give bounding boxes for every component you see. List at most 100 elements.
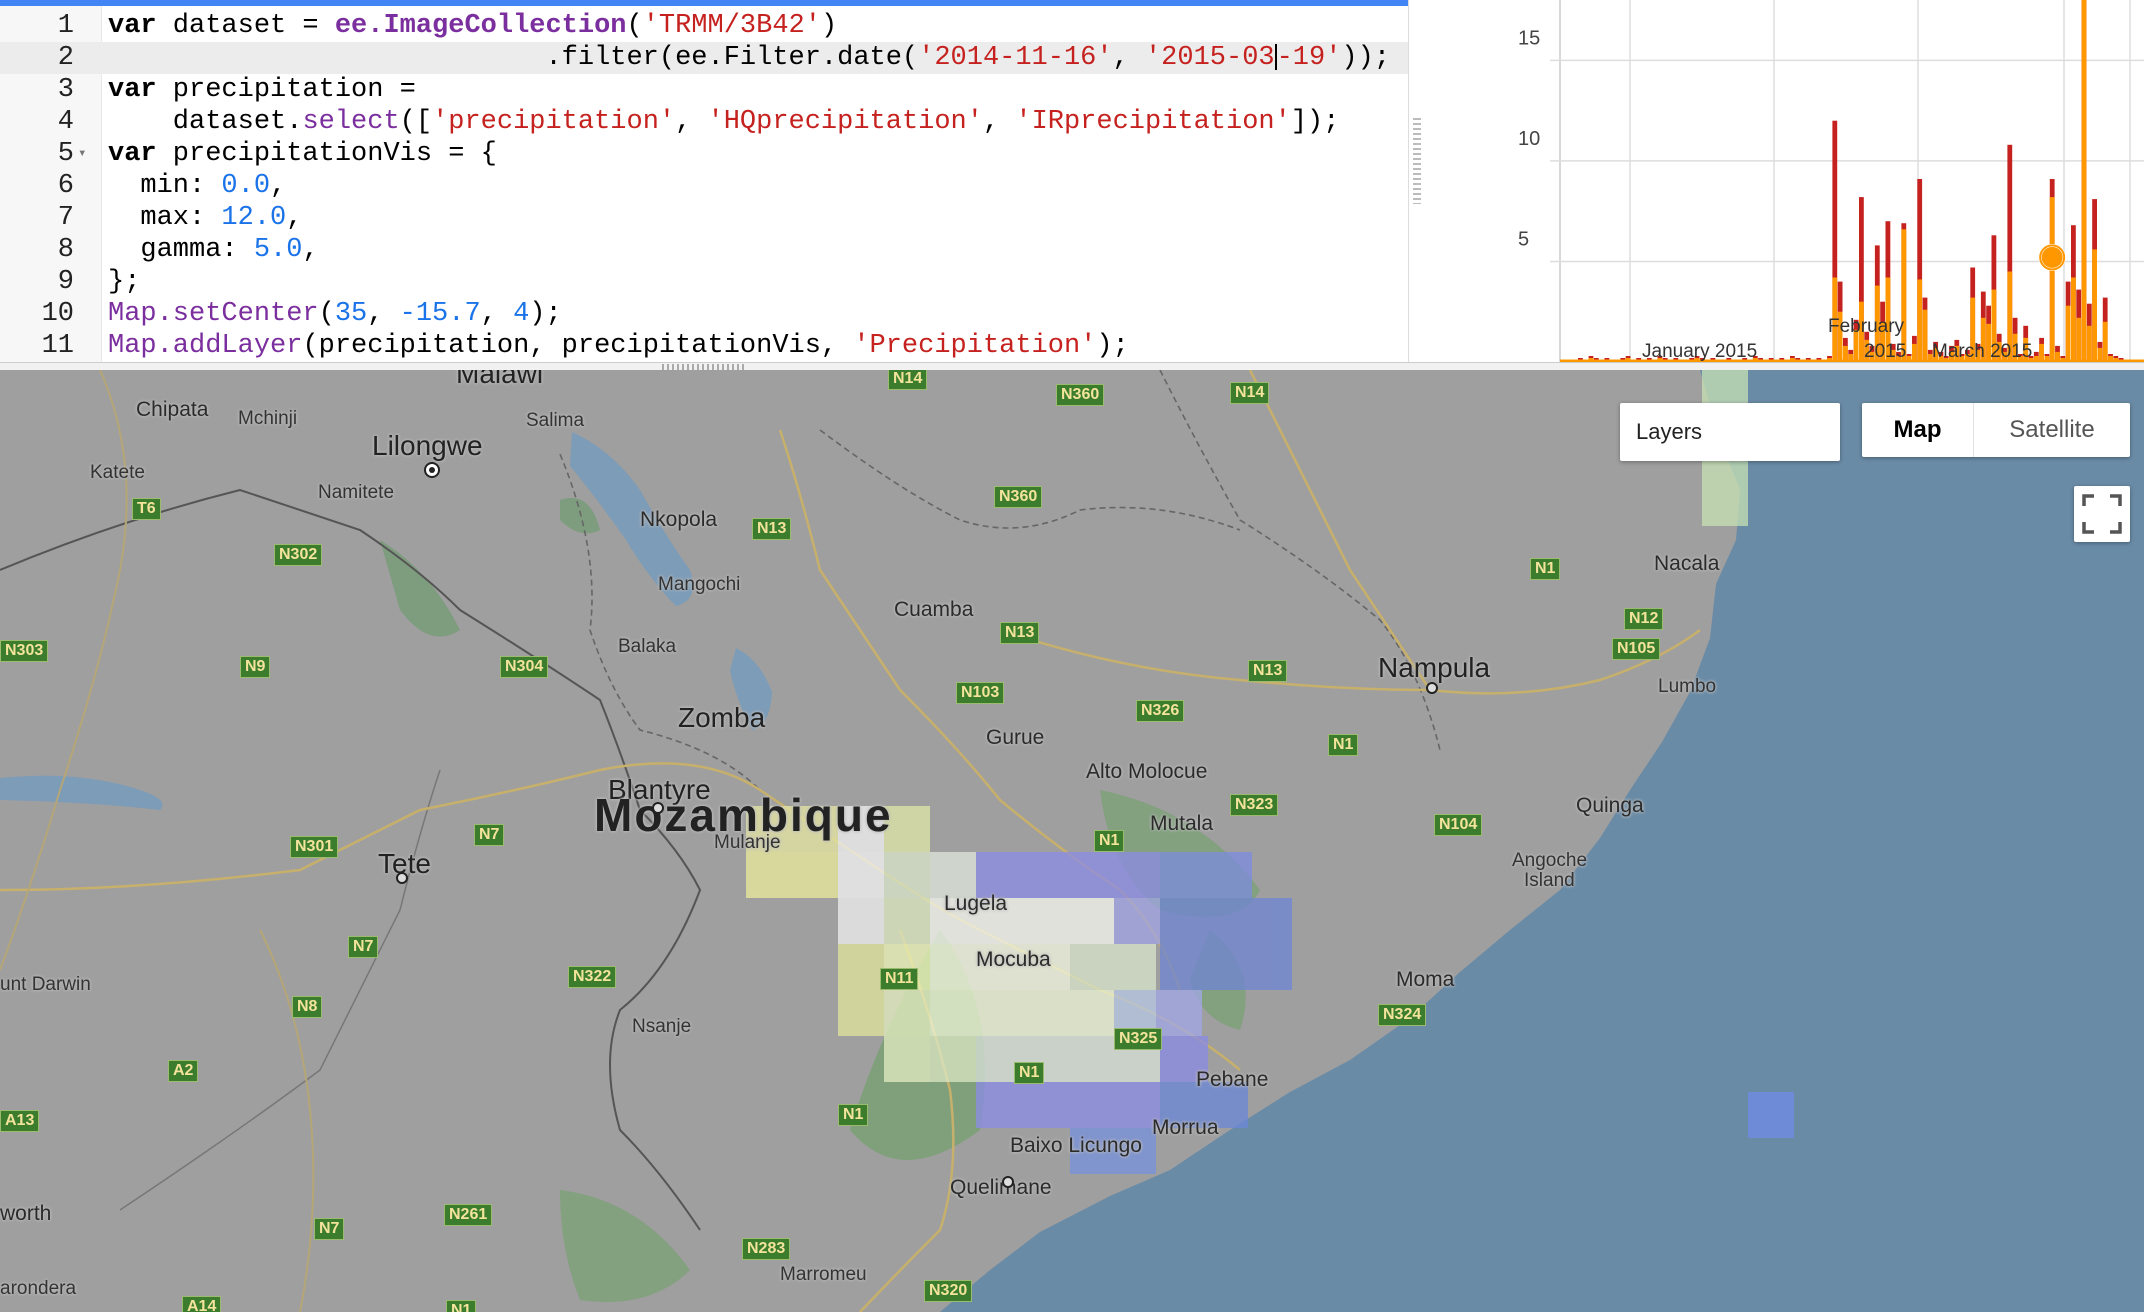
- road-shield: A13: [0, 1110, 40, 1132]
- fullscreen-button[interactable]: [2074, 486, 2130, 542]
- code-text: var precipitation =: [108, 74, 416, 106]
- river: [119, 769, 441, 1211]
- road-shield: N13: [752, 518, 792, 540]
- road-shield: N14: [888, 370, 928, 390]
- code-token: ([: [399, 107, 433, 137]
- code-line[interactable]: 7 max: 12.0,: [0, 202, 1408, 234]
- place-label: Nacala: [1654, 552, 1720, 575]
- code-text: min: 0.0,: [108, 170, 286, 202]
- place-label: Quelimane: [950, 1176, 1052, 1199]
- chart-bar: [2086, 325, 2092, 362]
- code-token: min:: [108, 171, 222, 201]
- code-token: 0.0: [221, 171, 271, 201]
- code-token: ,: [982, 107, 1016, 137]
- chart-panel: 5 10 15 January 2015 February 2015 March 2015: [1424, 0, 2144, 367]
- road-shield: N301: [290, 836, 339, 858]
- code-token: ));: [1341, 43, 1391, 73]
- place-label: Mutala: [1150, 812, 1214, 835]
- code-line[interactable]: 2 .filter(ee.Filter.date('2014-11-16', '…: [0, 42, 1408, 74]
- code-editor[interactable]: 1 var dataset = ee.ImageCollection('TRMM/…: [0, 0, 1408, 367]
- code-token: '2015-03: [1144, 43, 1275, 73]
- road-shield: N320: [924, 1280, 973, 1302]
- place-label: Mocuba: [976, 948, 1051, 971]
- code-token: ,: [675, 107, 708, 137]
- place-label: Marromeu: [780, 1264, 867, 1285]
- place-label: arondera: [0, 1278, 77, 1299]
- code-token: 5.0: [253, 235, 303, 265]
- road-shield: N1: [1328, 734, 1359, 756]
- map-view[interactable]: Malawi Chipata Mchinji Salima Lilongwe Katete…: [0, 370, 2144, 1312]
- code-line[interactable]: 11 Map.addLayer(precipitation, precipitat…: [0, 330, 1408, 362]
- road-shield: N325: [1114, 1028, 1163, 1050]
- code-text: .filter(ee.Filter.date('2014-11-16', '20…: [108, 42, 1390, 74]
- chart-bar: [2039, 343, 2044, 362]
- fold-arrow-icon[interactable]: ▾: [78, 138, 86, 170]
- code-token: 'IRprecipitation': [1015, 107, 1291, 137]
- road-shield: A14: [182, 1296, 222, 1312]
- road-shield: N1: [1094, 830, 1125, 852]
- layers-button[interactable]: Layers: [1620, 403, 1840, 461]
- code-token: (: [318, 299, 335, 329]
- code-line[interactable]: 9};: [0, 266, 1408, 298]
- horizontal-splitter[interactable]: [0, 362, 2144, 370]
- road-shield: N13: [1248, 660, 1288, 682]
- chart-bar: [1912, 343, 1917, 362]
- code-line[interactable]: 4 dataset.select(['precipitation', 'HQpr…: [0, 106, 1408, 138]
- line-number: 3: [57, 75, 74, 105]
- code-token: 'TRMM/3B42': [642, 11, 821, 41]
- road-shield: N7: [348, 936, 379, 958]
- code-token: gamma:: [108, 235, 254, 265]
- code-token: ,: [480, 299, 514, 329]
- place-label: unt Darwin: [0, 974, 91, 995]
- code-line[interactable]: 8 gamma: 5.0,: [0, 234, 1408, 266]
- satellite-button[interactable]: Satellite: [1974, 403, 2130, 457]
- city-marker-icon: [1426, 682, 1438, 694]
- place-label: Nsanje: [632, 1016, 692, 1037]
- place-label: Balaka: [618, 636, 677, 657]
- chart-bar: [1917, 279, 1923, 362]
- chart-bar: [2092, 249, 2097, 362]
- road-shield: N11: [880, 968, 919, 990]
- code-token: dataset.: [108, 107, 303, 137]
- place-label: Quinga: [1576, 794, 1644, 817]
- code-text: };: [108, 266, 140, 298]
- code-token: (precipitation, precipitationVis,: [302, 331, 854, 361]
- code-token: Map.setCenter: [108, 299, 319, 329]
- code-text: max: 12.0,: [108, 202, 302, 234]
- road-shield: N8: [292, 996, 323, 1018]
- code-line[interactable]: 3 var precipitation =: [0, 74, 1408, 106]
- place-label: Nampula: [1378, 652, 1491, 683]
- place-label: Pebane: [1196, 1068, 1269, 1091]
- splitter-grip[interactable]: [1413, 118, 1421, 204]
- map-button[interactable]: Map: [1862, 403, 1974, 457]
- code-line[interactable]: 10 Map.setCenter(35, -15.7, 4);: [0, 298, 1408, 330]
- province-border: [1159, 370, 1441, 751]
- country-border: [0, 488, 702, 1231]
- y-tick-label: 15: [1518, 27, 1540, 49]
- vertical-splitter[interactable]: [1408, 0, 1424, 367]
- code-token: 'precipitation': [432, 107, 676, 137]
- place-label: Island: [1524, 870, 1575, 891]
- code-token: .filter(ee.Filter.date(: [108, 43, 919, 73]
- code-line[interactable]: 6 min: 0.0,: [0, 170, 1408, 202]
- country-label: Mozambique: [594, 789, 893, 841]
- code-token: 'HQprecipitation': [707, 107, 983, 137]
- park: [380, 540, 460, 637]
- road-shield: N1: [1530, 558, 1561, 580]
- place-label: Gurue: [986, 726, 1045, 749]
- code-token: 12.0: [221, 203, 287, 233]
- code-line[interactable]: 5 ▾ var precipitationVis = {: [0, 138, 1408, 170]
- road-shield: A2: [168, 1060, 199, 1082]
- code-line[interactable]: 1 var dataset = ee.ImageCollection('TRMM/…: [0, 10, 1408, 42]
- road-shield: N360: [994, 486, 1043, 508]
- y-tick-label: 10: [1518, 128, 1540, 150]
- line-number: 8: [57, 235, 74, 265]
- line-number: 10: [41, 299, 74, 329]
- place-label: Baixo Licungo: [1010, 1134, 1142, 1157]
- code-token: '2014-11-16': [918, 43, 1113, 73]
- line-number: 9: [57, 267, 74, 297]
- place-label: Katete: [90, 462, 145, 483]
- park: [560, 498, 600, 534]
- city-marker-icon: [396, 872, 408, 884]
- road-shield: N12: [1624, 608, 1664, 630]
